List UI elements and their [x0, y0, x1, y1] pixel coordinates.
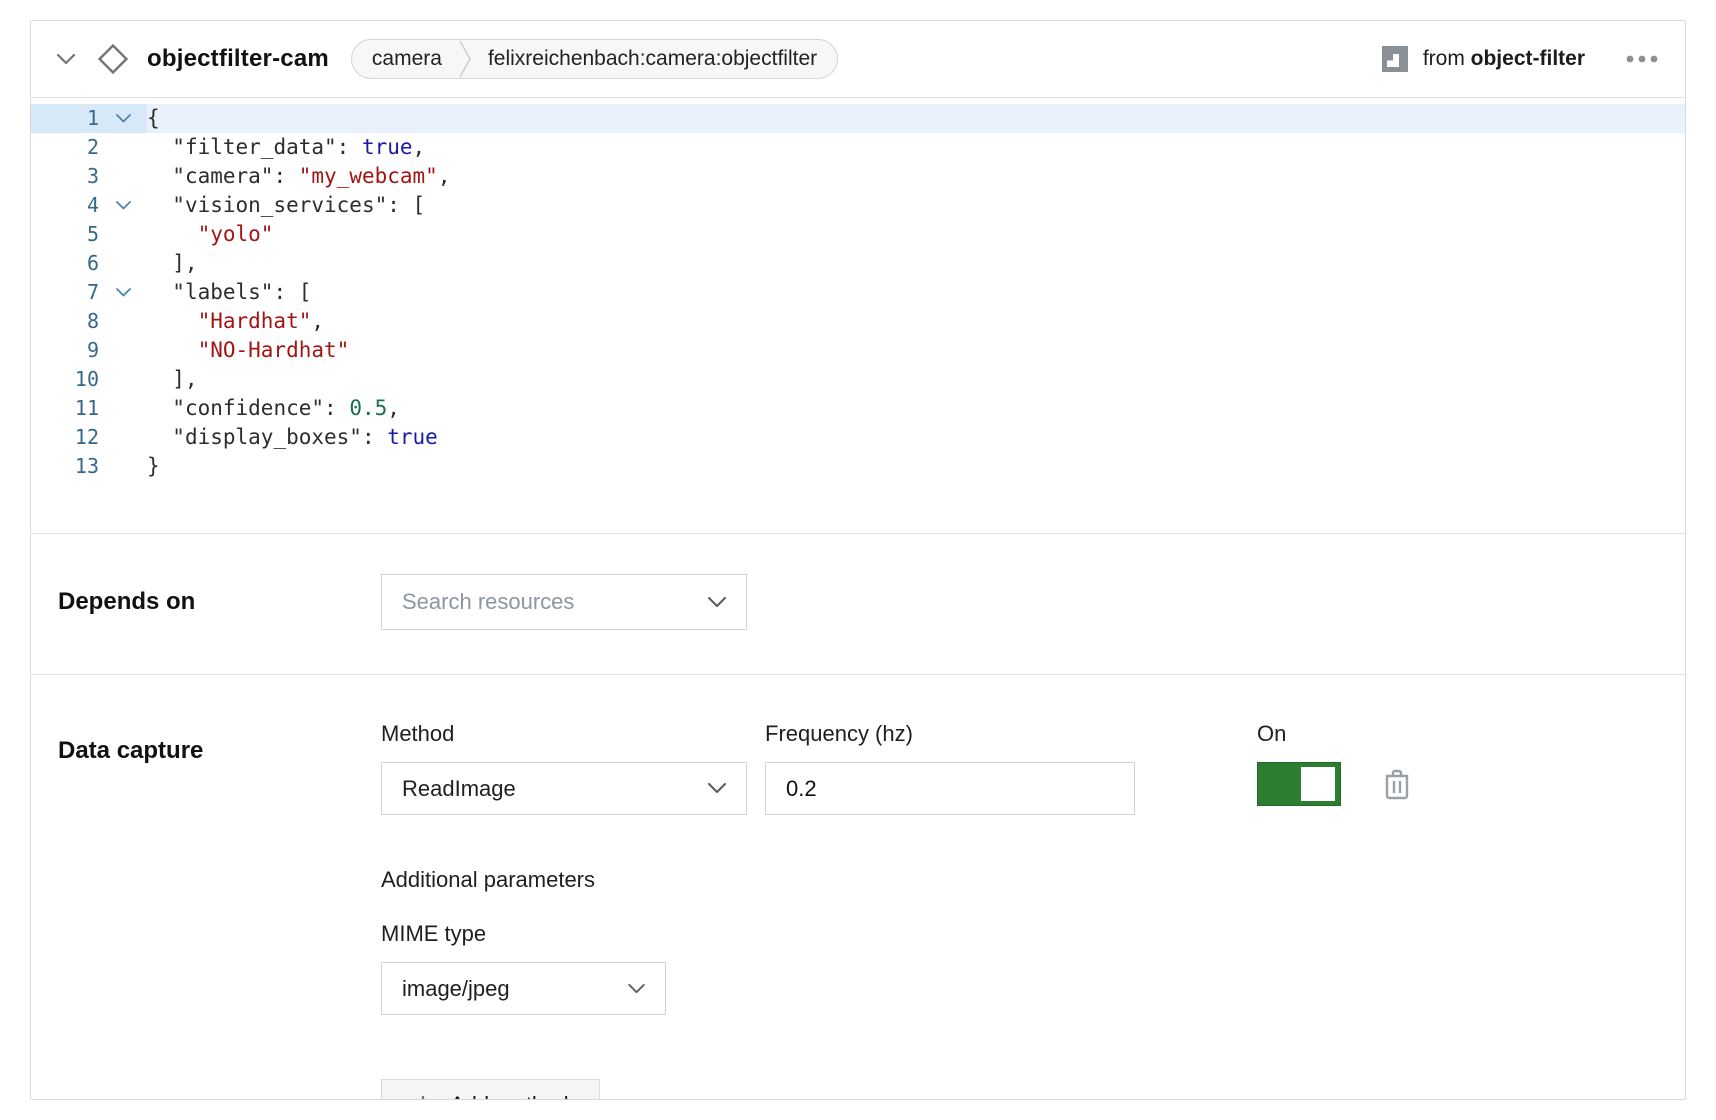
depends-on-select[interactable]: Search resources: [381, 574, 747, 630]
fold-spacer: [99, 162, 147, 191]
add-method-label: Add method: [450, 1092, 569, 1100]
collapse-chevron-icon[interactable]: [57, 54, 75, 65]
select-chevron-icon: [708, 597, 726, 608]
editor-line[interactable]: 9 "NO-Hardhat": [31, 336, 1685, 365]
data-capture-toggle[interactable]: [1257, 762, 1341, 806]
frequency-label: Frequency (hz): [765, 721, 1135, 747]
code-line-content: ],: [147, 249, 1685, 278]
fold-chevron-icon[interactable]: [99, 191, 147, 220]
code-line-content: }: [147, 452, 1685, 481]
component-card: objectfilter-cam camera felixreichenbach…: [30, 20, 1686, 1100]
code-line-content: "display_boxes": true: [147, 423, 1685, 452]
depends-on-placeholder: Search resources: [402, 589, 574, 615]
editor-line[interactable]: 11 "confidence": 0.5,: [31, 394, 1685, 423]
data-capture-form: Method ReadImage Frequency (hz) On: [381, 721, 1411, 1100]
from-word: from: [1423, 47, 1471, 70]
fold-spacer: [99, 133, 147, 162]
editor-line[interactable]: 1{: [31, 104, 1685, 133]
line-number: 13: [31, 452, 99, 481]
fold-spacer: [99, 249, 147, 278]
fold-spacer: [99, 336, 147, 365]
code-line-content: "filter_data": true,: [147, 133, 1685, 162]
code-line-content: "labels": [: [147, 278, 1685, 307]
fold-spacer: [99, 307, 147, 336]
mime-type-label: MIME type: [381, 921, 1411, 947]
component-header: objectfilter-cam camera felixreichenbach…: [31, 21, 1685, 98]
line-number: 8: [31, 307, 99, 336]
code-line-content: "camera": "my_webcam",: [147, 162, 1685, 191]
fold-chevron-icon[interactable]: [99, 278, 147, 307]
code-line-content: ],: [147, 365, 1685, 394]
breadcrumb-chevron-icon: [459, 39, 471, 79]
frequency-input[interactable]: [765, 762, 1135, 815]
add-method-button[interactable]: Add method: [381, 1079, 600, 1100]
editor-line[interactable]: 13}: [31, 452, 1685, 481]
additional-parameters-label: Additional parameters: [381, 867, 1411, 893]
line-number: 5: [31, 220, 99, 249]
diamond-icon: [97, 43, 129, 75]
line-number: 1: [31, 104, 99, 133]
depends-on-label: Depends on: [31, 588, 381, 616]
line-number: 11: [31, 394, 99, 423]
code-line-content: "Hardhat",: [147, 307, 1685, 336]
code-line-content: "confidence": 0.5,: [147, 394, 1685, 423]
fold-spacer: [99, 365, 147, 394]
type-label: camera: [372, 47, 442, 71]
fold-spacer: [99, 394, 147, 423]
line-number: 6: [31, 249, 99, 278]
fold-spacer: [99, 423, 147, 452]
depends-on-section: Depends on Search resources: [31, 533, 1685, 674]
from-module-text[interactable]: from object-filter: [1423, 47, 1585, 71]
editor-line[interactable]: 7 "labels": [: [31, 278, 1685, 307]
code-line-content: "yolo": [147, 220, 1685, 249]
trash-icon[interactable]: [1383, 768, 1411, 800]
editor-line[interactable]: 4 "vision_services": [: [31, 191, 1685, 220]
json-editor[interactable]: 1{2 "filter_data": true,3 "camera": "my_…: [31, 98, 1685, 533]
line-number: 7: [31, 278, 99, 307]
editor-line[interactable]: 10 ],: [31, 365, 1685, 394]
editor-line[interactable]: 3 "camera": "my_webcam",: [31, 162, 1685, 191]
editor-line[interactable]: 6 ],: [31, 249, 1685, 278]
editor-line[interactable]: 2 "filter_data": true,: [31, 133, 1685, 162]
code-line-content: {: [147, 104, 1685, 133]
component-type-badge: camera felixreichenbach:camera:objectfil…: [351, 39, 838, 79]
ellipsis-menu-icon[interactable]: [1625, 54, 1659, 64]
data-capture-section: Data capture Method ReadImage Frequency …: [31, 674, 1685, 1100]
select-chevron-icon: [628, 984, 645, 994]
line-number: 2: [31, 133, 99, 162]
code-line-content: "vision_services": [: [147, 191, 1685, 220]
method-select[interactable]: ReadImage: [381, 762, 747, 815]
fold-spacer: [99, 220, 147, 249]
module-name[interactable]: object-filter: [1471, 47, 1585, 70]
line-number: 12: [31, 423, 99, 452]
editor-line[interactable]: 12 "display_boxes": true: [31, 423, 1685, 452]
module-icon: [1380, 44, 1410, 74]
line-number: 9: [31, 336, 99, 365]
method-label: Method: [381, 721, 747, 747]
on-label: On: [1257, 721, 1411, 747]
model-label: felixreichenbach:camera:objectfilter: [488, 47, 817, 71]
fold-spacer: [99, 452, 147, 481]
mime-type-select[interactable]: image/jpeg: [381, 962, 666, 1015]
editor-line[interactable]: 5 "yolo": [31, 220, 1685, 249]
select-chevron-icon: [708, 783, 726, 794]
header-right: from object-filter: [1380, 44, 1659, 74]
method-value: ReadImage: [402, 776, 516, 802]
plus-icon: [412, 1094, 434, 1100]
line-number: 3: [31, 162, 99, 191]
toggle-knob: [1301, 767, 1335, 801]
mime-type-value: image/jpeg: [402, 976, 510, 1002]
line-number: 10: [31, 365, 99, 394]
component-title: objectfilter-cam: [147, 45, 329, 73]
code-line-content: "NO-Hardhat": [147, 336, 1685, 365]
line-number: 4: [31, 191, 99, 220]
fold-chevron-icon[interactable]: [99, 104, 147, 133]
data-capture-label: Data capture: [31, 721, 381, 1100]
editor-line[interactable]: 8 "Hardhat",: [31, 307, 1685, 336]
